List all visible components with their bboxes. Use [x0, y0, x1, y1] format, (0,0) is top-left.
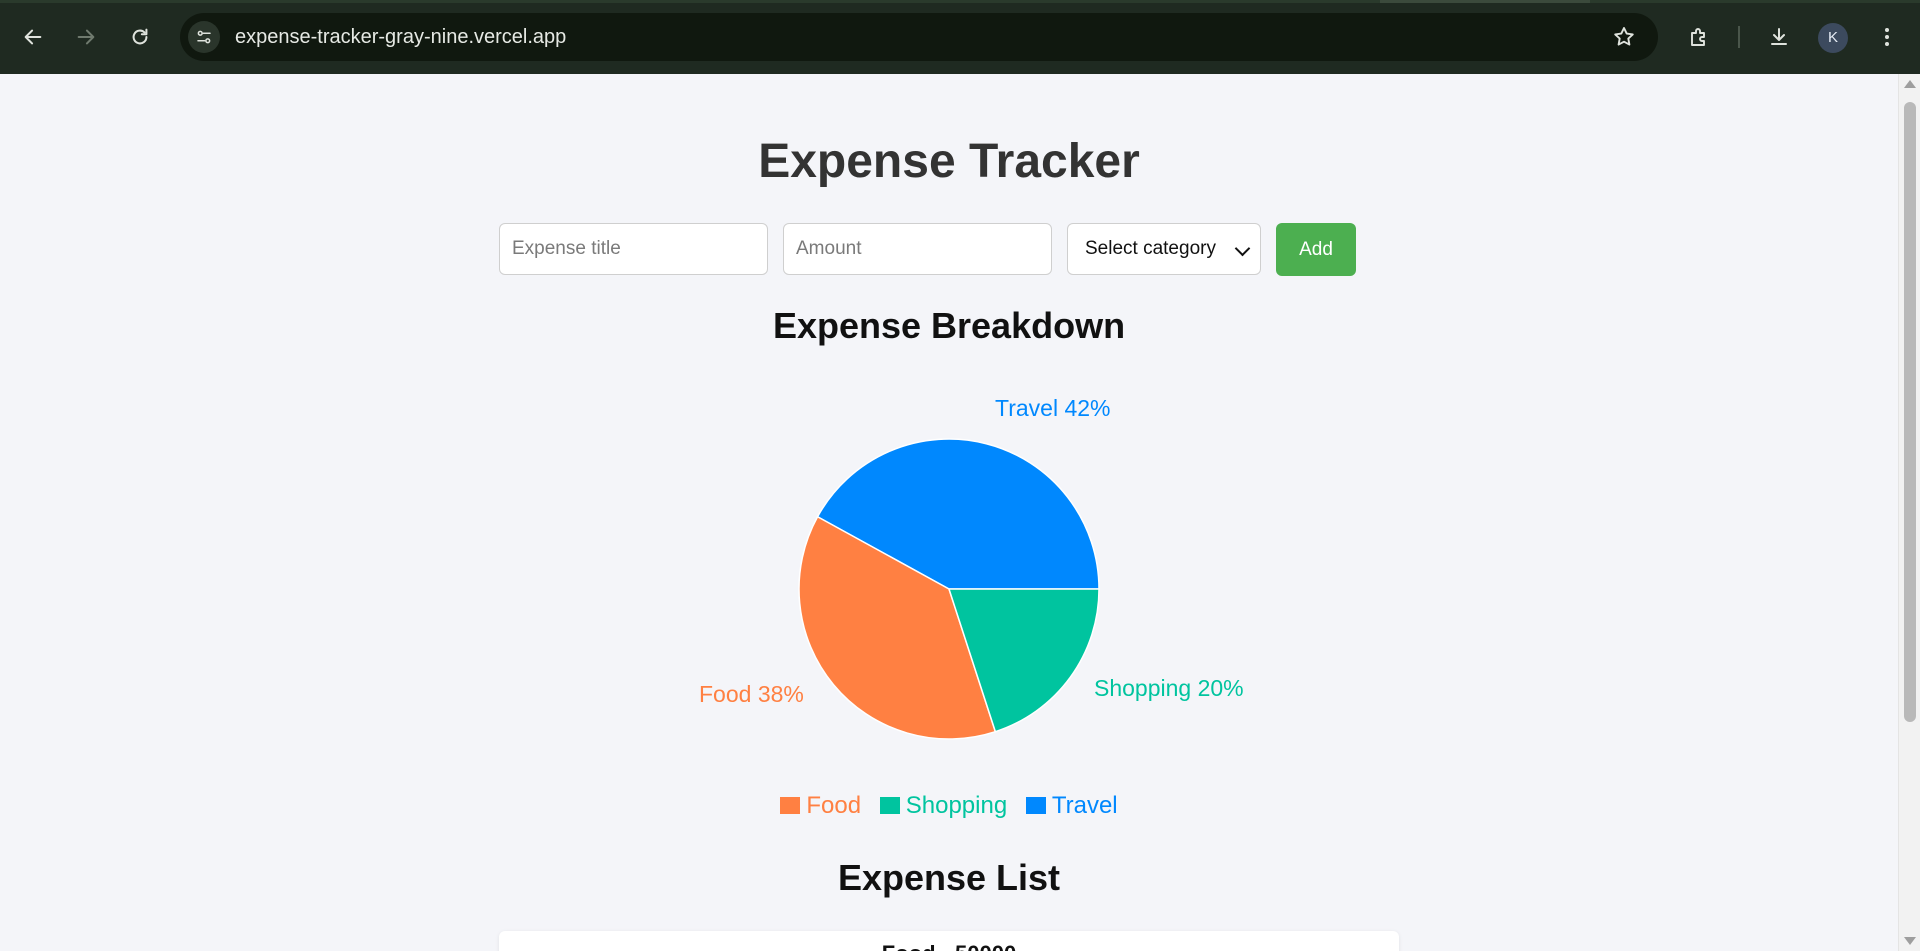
expense-list-item-text: Food - 50000: [499, 941, 1399, 951]
page-scrollbar[interactable]: [1898, 74, 1920, 951]
pie-slices: [798, 438, 1100, 740]
more-vertical-icon: [1885, 28, 1889, 46]
scroll-down-arrow[interactable]: [1904, 937, 1916, 945]
legend-label-travel: Travel: [1051, 792, 1118, 819]
tab-strip-hint: [1380, 0, 1590, 3]
back-button[interactable]: [17, 21, 49, 53]
download-icon: [1771, 28, 1787, 45]
expense-list-item: Food - 50000: [499, 931, 1399, 951]
address-bar[interactable]: expense-tracker-gray-nine.vercel.app: [180, 13, 1658, 61]
site-info-button[interactable]: [188, 21, 220, 53]
slice-label-travel: Travel 42%: [995, 395, 1110, 421]
legend-item-shopping: Shopping: [879, 792, 1008, 820]
reload-button[interactable]: [124, 21, 156, 53]
legend-swatch-shopping: [879, 797, 900, 814]
legend-swatch-food: [780, 797, 801, 814]
browser-toolbar: expense-tracker-gray-nine.vercel.app K: [0, 0, 1920, 74]
downloads-button[interactable]: [1763, 21, 1795, 53]
tab-strip-edge: [0, 0, 1920, 3]
forward-button[interactable]: [70, 21, 102, 53]
legend-label-shopping: Shopping: [905, 792, 1008, 819]
toolbar-separator: [1738, 26, 1740, 48]
legend-label-food: Food: [806, 792, 862, 819]
browser-menu-button[interactable]: [1871, 21, 1903, 53]
arrow-right-icon: [77, 29, 95, 45]
legend-item-food: Food: [780, 792, 861, 820]
extensions-button[interactable]: [1683, 21, 1715, 53]
slice-label-food: Food 38%: [699, 681, 804, 707]
slice-label-shopping: Shopping 20%: [1094, 675, 1244, 701]
chart-legend: Food Shopping Travel: [0, 792, 1898, 820]
arrow-left-icon: [24, 29, 42, 45]
url-text[interactable]: expense-tracker-gray-nine.vercel.app: [235, 13, 566, 61]
expense-pie-chart: Travel 42% Food 38% Shopping 20%: [699, 395, 1244, 740]
legend-swatch-travel: [1025, 797, 1046, 814]
profile-avatar[interactable]: K: [1818, 23, 1848, 53]
tune-icon: [197, 30, 211, 44]
legend-item-travel: Travel: [1025, 792, 1118, 820]
bookmark-star-icon[interactable]: [1612, 25, 1636, 49]
scroll-up-arrow[interactable]: [1904, 80, 1916, 88]
expense-list-title: Expense List: [837, 857, 1061, 898]
scroll-thumb[interactable]: [1904, 102, 1916, 722]
reload-icon: [132, 28, 148, 45]
page-viewport: Expense Tracker Select category Add Expe…: [0, 74, 1898, 951]
puzzle-icon: [1691, 28, 1705, 46]
